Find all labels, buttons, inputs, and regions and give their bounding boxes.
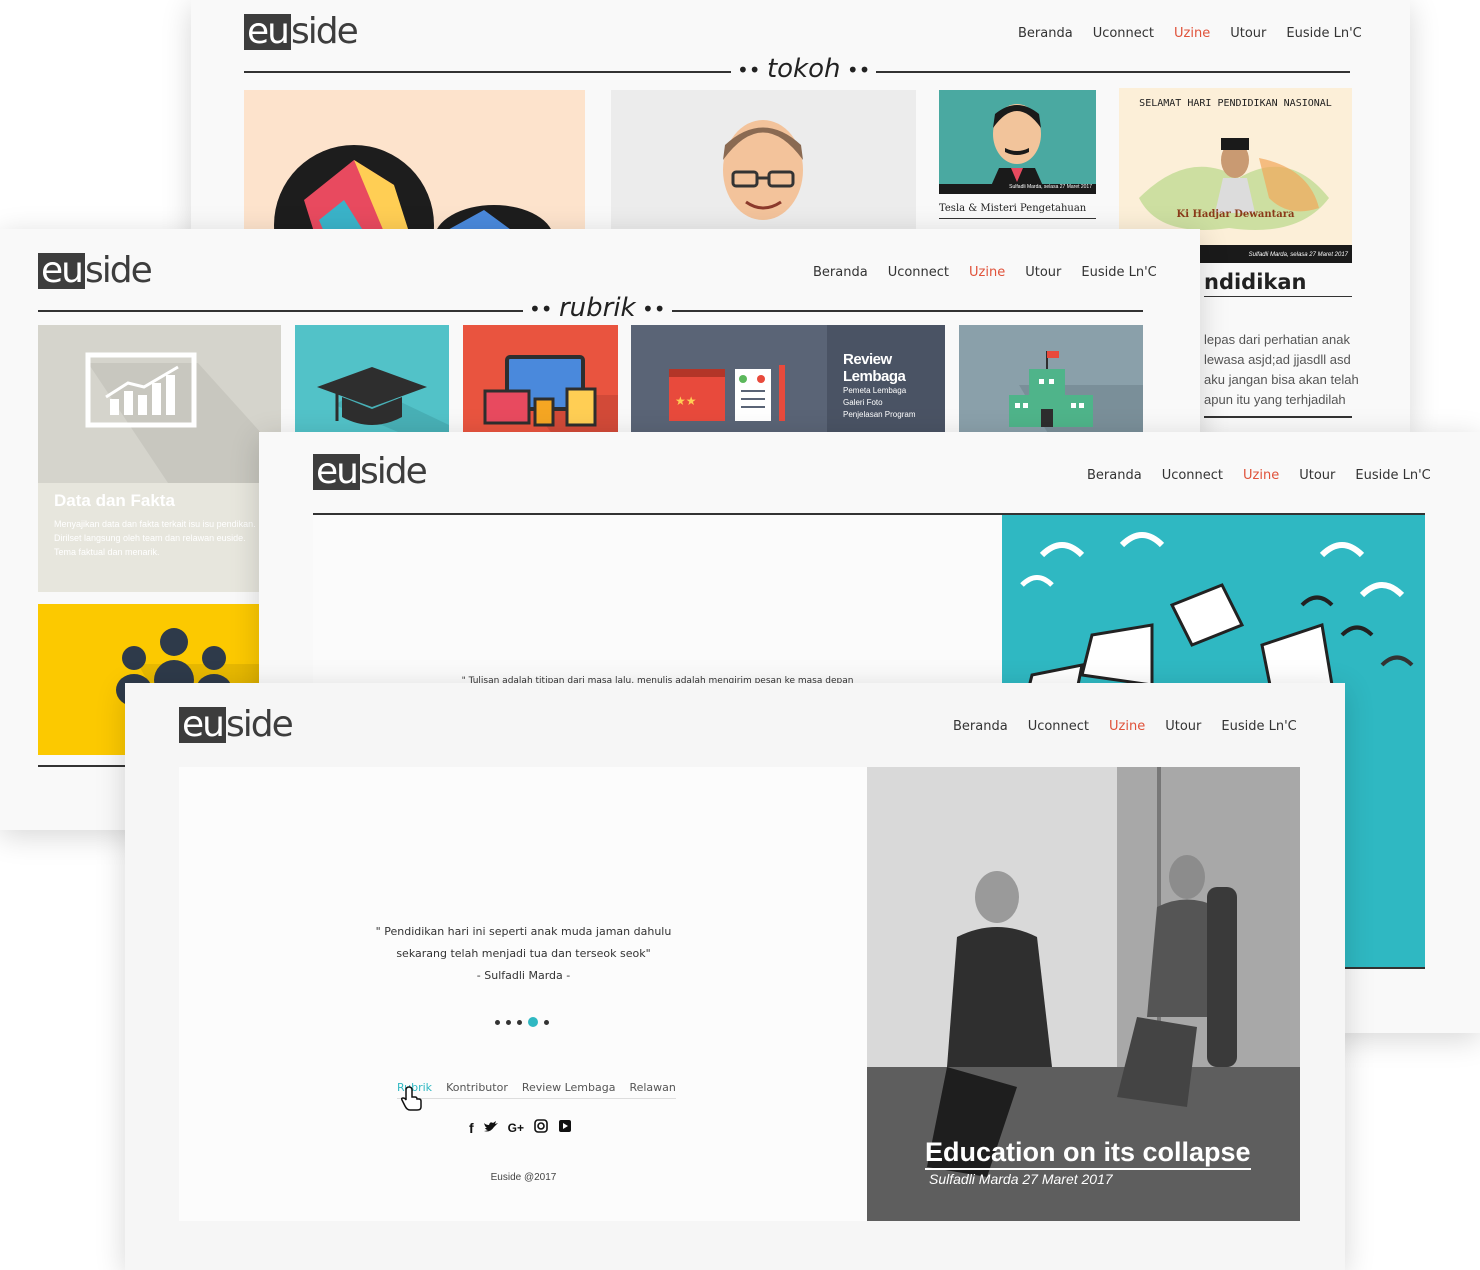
rubrik-tile-review-lembaga[interactable]: ★★ Review Lembaga Pemeta Lembaga Galeri … — [631, 325, 945, 435]
carousel-dot-4-active[interactable] — [528, 1017, 538, 1027]
nav-euside-lnc[interactable]: Euside Ln'C — [1286, 26, 1361, 41]
social-icons: f G+ — [469, 1119, 572, 1136]
home-quote: " Pendidikan hari ini seperti anak muda … — [179, 921, 868, 987]
nav-beranda[interactable]: Beranda — [813, 265, 868, 280]
nav-uzine[interactable]: Uzine — [1243, 468, 1279, 483]
nav-uconnect[interactable]: Uconnect — [1028, 719, 1089, 734]
rubrik-tile-school[interactable] — [959, 325, 1143, 435]
footer-link-kontributor[interactable]: Kontributor — [446, 1081, 508, 1094]
nav-uconnect[interactable]: Uconnect — [1162, 468, 1223, 483]
carousel-dots — [495, 1017, 549, 1027]
copyright: Euside @2017 — [490, 1172, 557, 1183]
nav-utour[interactable]: Utour — [1230, 26, 1266, 41]
quote-line-1: " Pendidikan hari ini seperti anak muda … — [375, 925, 672, 938]
main-nav: Beranda Uconnect Uzine Utour Euside Ln'C — [1087, 468, 1431, 483]
svg-text:★★: ★★ — [675, 394, 697, 408]
review-lembaga-items: Pemeta Lembaga Galeri Foto Penjelasan Pr… — [843, 386, 916, 419]
nav-utour[interactable]: Utour — [1299, 468, 1335, 483]
hero-meta: Sulfadli Marda 27 Maret 2017 — [929, 1171, 1113, 1187]
kihadjar-name: Ki Hadjar Dewantara — [1176, 209, 1295, 220]
school-building-icon — [1009, 351, 1143, 435]
nav-utour[interactable]: Utour — [1165, 719, 1201, 734]
data-fakta-desc: Menyajikan data dan fakta terkait isu is… — [54, 519, 256, 557]
chart-board-icon — [85, 352, 281, 483]
nav-utour[interactable]: Utour — [1025, 265, 1061, 280]
footer-link-review-lembaga[interactable]: Review Lembaga — [522, 1081, 616, 1094]
nav-uzine[interactable]: Uzine — [969, 265, 1005, 280]
nav-beranda[interactable]: Beranda — [1087, 468, 1142, 483]
nav-beranda[interactable]: Beranda — [1018, 26, 1073, 41]
cartoon-face-illustration — [723, 120, 803, 220]
main-nav: Beranda Uconnect Uzine Utour Euside Ln'C — [953, 719, 1297, 734]
tokoh-thumb-tesla[interactable]: Sulfadli Marda, selasa 27 Maret 2017 Tes… — [939, 90, 1096, 220]
hero-photo[interactable]: Education on its collapse Sulfadli Marda… — [867, 767, 1300, 1221]
nav-uzine[interactable]: Uzine — [1174, 26, 1210, 41]
kihadjar-meta: Sulfadli Marda, selasa 27 Maret 2017 — [1248, 252, 1348, 258]
euside-logo[interactable]: eu side — [244, 14, 359, 50]
nav-euside-lnc[interactable]: Euside Ln'C — [1355, 468, 1430, 483]
euside-logo[interactable]: eu side — [313, 454, 428, 490]
main-nav: Beranda Uconnect Uzine Utour Euside Ln'C — [1018, 26, 1362, 41]
carousel-dot-3[interactable] — [517, 1019, 522, 1025]
euside-logo[interactable]: eu side — [38, 253, 153, 289]
main-nav: Beranda Uconnect Uzine Utour Euside Ln'C — [813, 265, 1157, 280]
tesla-meta: Sulfadli Marda, selasa 27 Maret 2017 — [1009, 184, 1092, 190]
facebook-icon[interactable]: f — [469, 1120, 474, 1136]
google-plus-icon[interactable]: G+ — [508, 1121, 524, 1135]
hero-title[interactable]: Education on its collapse — [925, 1137, 1251, 1170]
nav-uzine[interactable]: Uzine — [1109, 719, 1145, 734]
carousel-dot-5[interactable] — [544, 1019, 549, 1025]
side-article-title[interactable]: ndidikan — [1204, 270, 1307, 294]
rubrik-tile-devices[interactable] — [463, 325, 618, 435]
carousel-dot-1[interactable] — [495, 1019, 500, 1025]
footer-links: Rubrik Kontributor Review Lembaga Relawa… — [397, 1081, 676, 1099]
instagram-icon[interactable] — [534, 1119, 548, 1136]
youtube-icon[interactable] — [558, 1119, 572, 1136]
footer-link-relawan[interactable]: Relawan — [629, 1081, 675, 1094]
tokoh-thumb-popart[interactable] — [244, 90, 585, 232]
nav-uconnect[interactable]: Uconnect — [1093, 26, 1154, 41]
nav-euside-lnc[interactable]: Euside Ln'C — [1081, 265, 1156, 280]
nav-uconnect[interactable]: Uconnect — [888, 265, 949, 280]
tesla-image — [939, 90, 1096, 186]
section-title-rubrik: •• rubrik •• — [523, 293, 672, 323]
nav-beranda[interactable]: Beranda — [953, 719, 1008, 734]
carousel-dot-2[interactable] — [506, 1019, 511, 1025]
hand-cursor-icon — [401, 1086, 422, 1111]
rubrik-tile-education[interactable] — [295, 325, 449, 435]
home-quote-panel: " Pendidikan hari ini seperti anak muda … — [179, 767, 868, 1221]
twitter-icon[interactable] — [483, 1120, 498, 1136]
nav-euside-lnc[interactable]: Euside Ln'C — [1221, 719, 1296, 734]
graduation-cap-icon — [317, 367, 449, 435]
euside-logo[interactable]: eu side — [179, 707, 294, 743]
review-lembaga-title: Review Lembaga — [843, 351, 906, 385]
quote-author: - Sulfadli Marda - — [476, 969, 571, 982]
review-icon: ★★ — [669, 365, 785, 421]
popart-illustration — [274, 145, 553, 232]
tesla-caption[interactable]: Tesla & Misteri Pengetahuan — [939, 203, 1086, 214]
quote-line-2: sekarang telah menjadi tua dan terseok s… — [396, 947, 651, 960]
rubrik-tile-data-fakta[interactable]: Data dan Fakta Menyajikan data dan fakta… — [38, 325, 281, 592]
devices-icon — [483, 355, 618, 435]
section-title-tokoh: •• tokoh •• — [731, 54, 877, 84]
side-article-excerpt: lepas dari perhatian anak lewasa asjd;ad… — [1204, 332, 1359, 407]
page-card-home: eu side Beranda Uconnect Uzine Utour Eusi… — [125, 683, 1345, 1270]
tokoh-thumb-cartoon[interactable] — [611, 90, 916, 232]
data-fakta-title: Data dan Fakta — [54, 491, 175, 510]
